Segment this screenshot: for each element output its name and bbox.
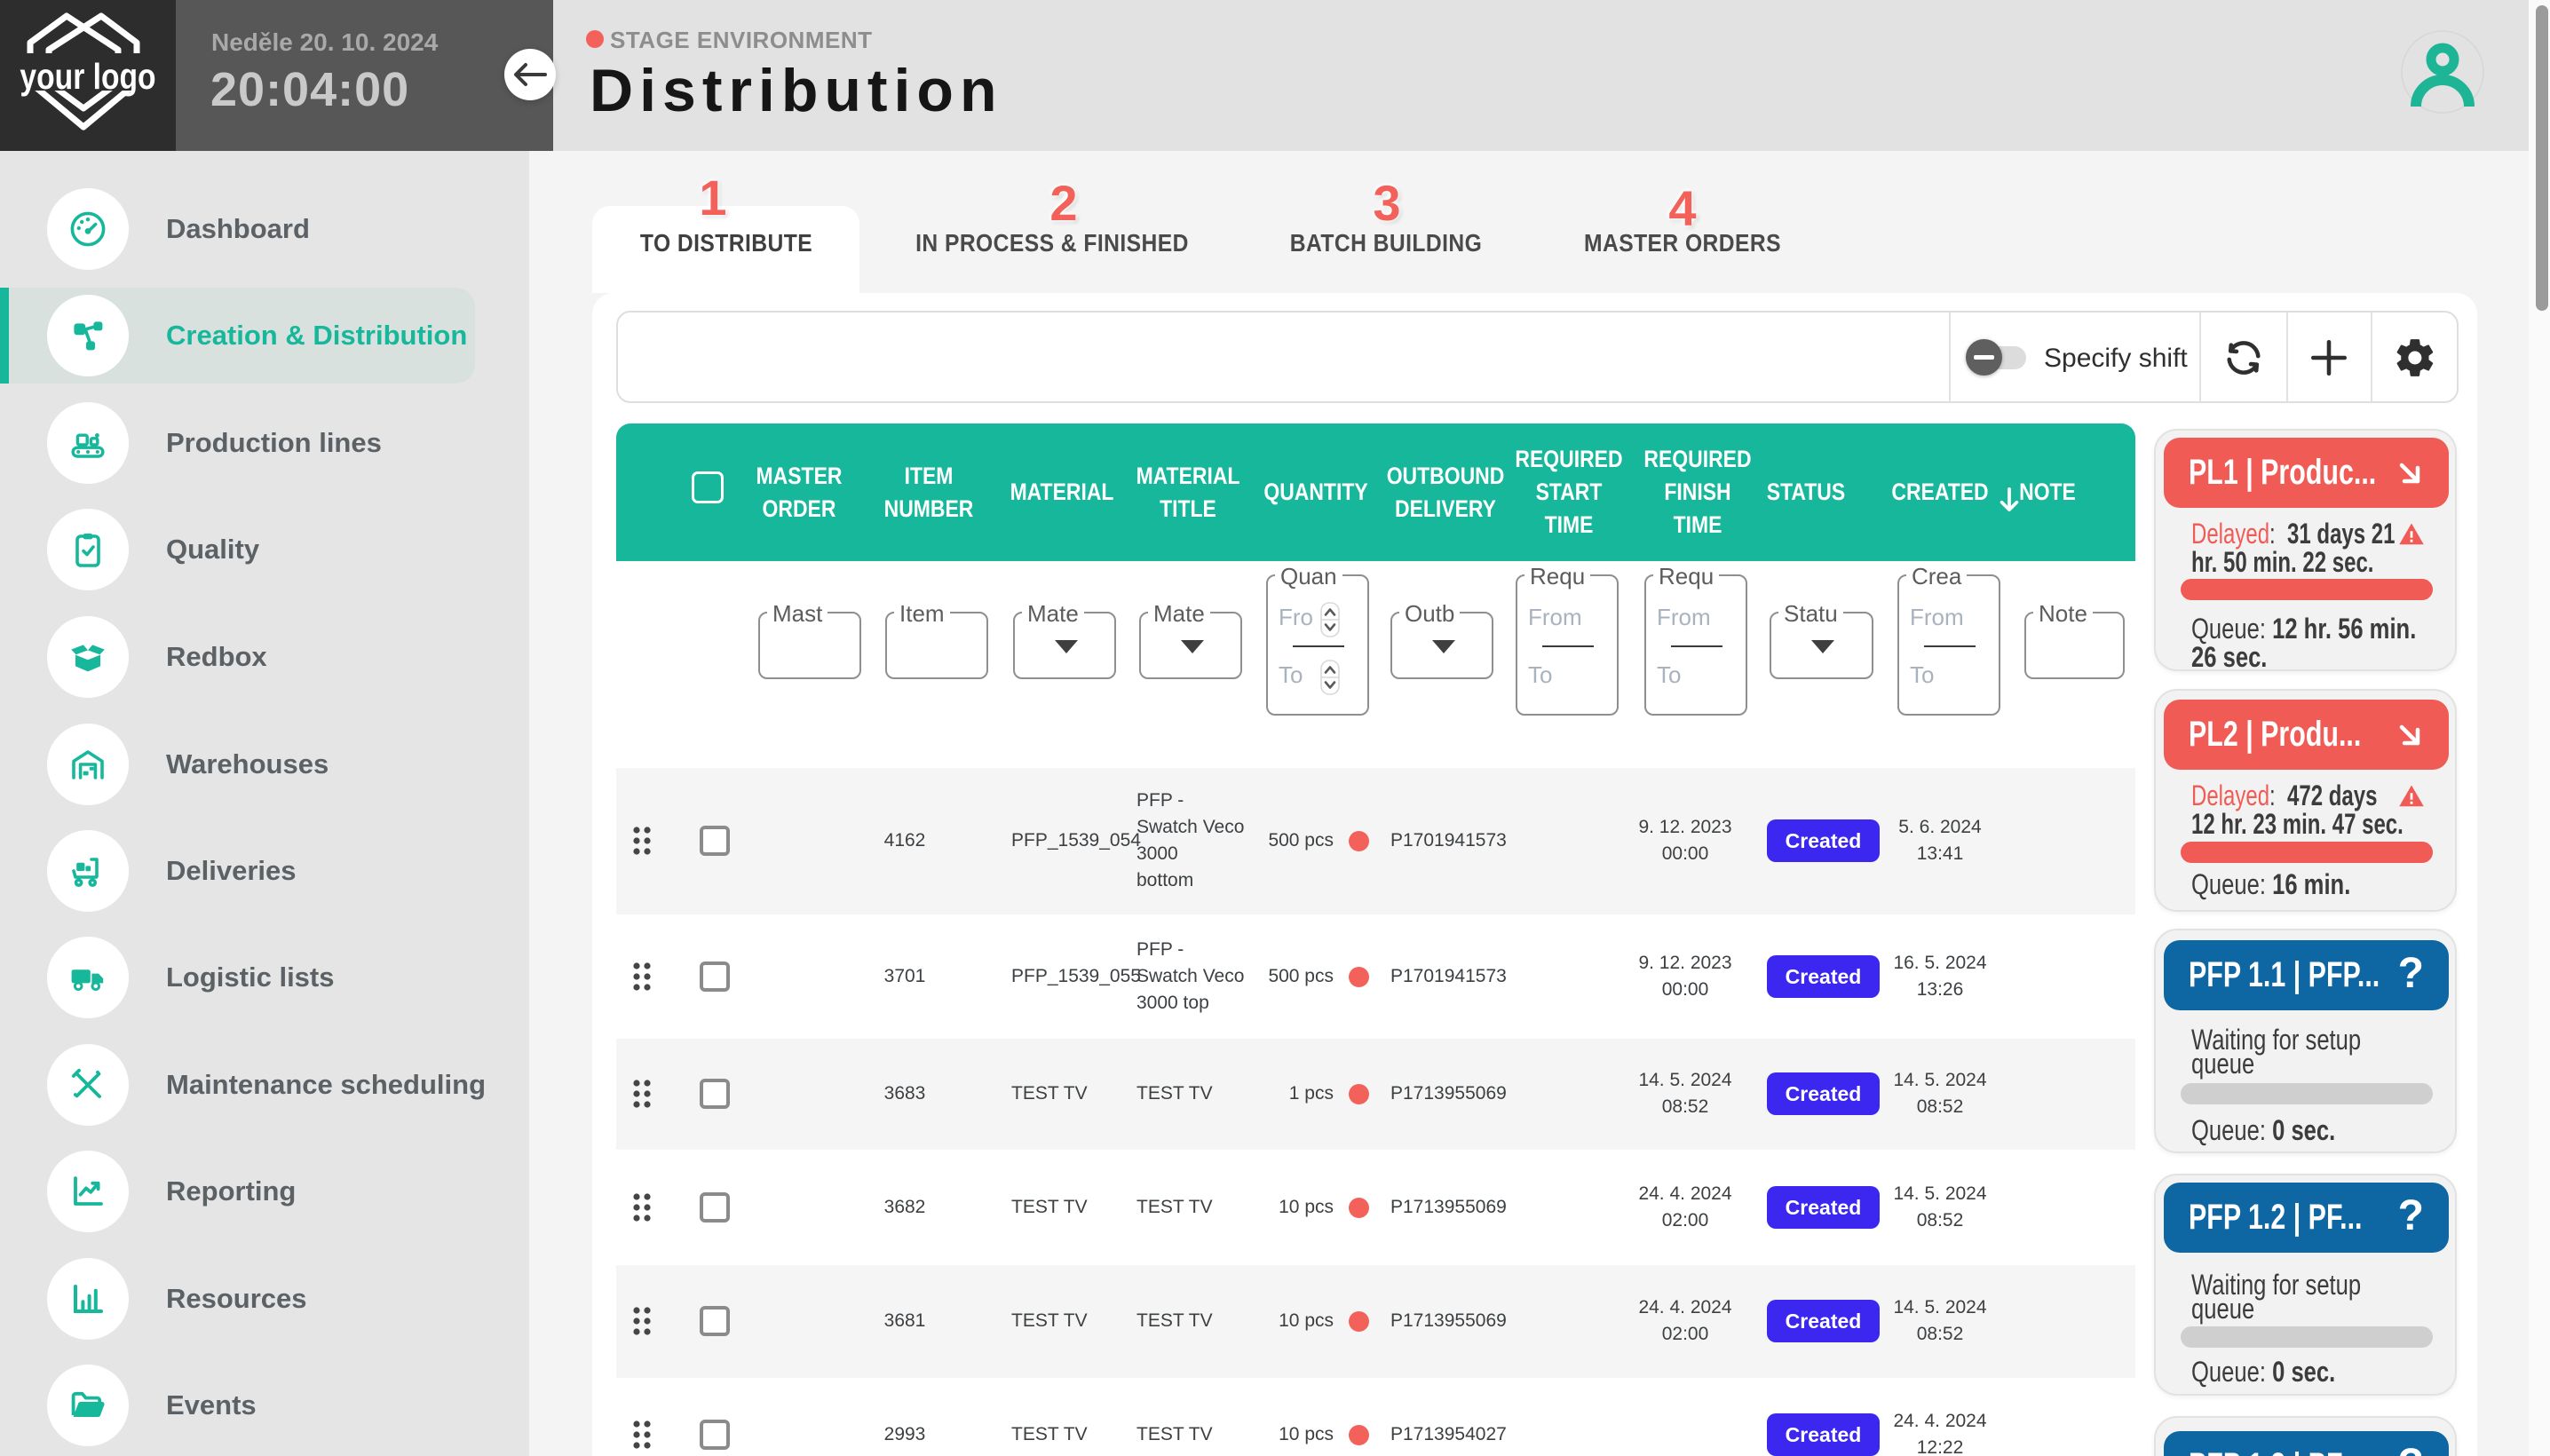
svg-text:your logo: your logo [20,56,155,97]
